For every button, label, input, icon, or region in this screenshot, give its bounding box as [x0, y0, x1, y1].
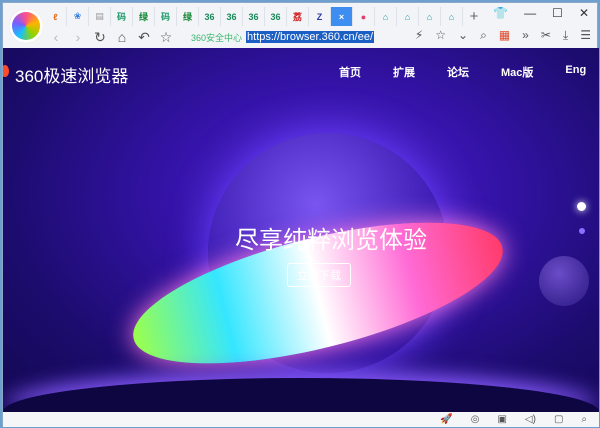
minimize-button[interactable]: — — [524, 6, 536, 20]
window-icon[interactable]: ▢ — [554, 414, 563, 425]
tab[interactable]: 绿 — [133, 7, 155, 26]
tab[interactable]: ⌂ — [419, 7, 441, 26]
url-input[interactable]: https://browser.360.cn/ee/ — [246, 31, 374, 43]
undo-close-button[interactable]: ↶ — [133, 29, 155, 46]
scissors-icon[interactable]: ✂ — [541, 28, 551, 43]
tab[interactable]: ❀ — [67, 7, 89, 26]
browser-logo-icon[interactable] — [9, 9, 43, 43]
tab[interactable]: 36 — [199, 7, 221, 26]
more-icon[interactable]: » — [522, 28, 529, 43]
tab[interactable]: 36 — [243, 7, 265, 26]
menu-icon[interactable]: ☰ — [580, 28, 591, 43]
download-button[interactable]: 立即下载 — [287, 263, 351, 287]
window-controls: 👕 — ☐ ✕ — [493, 6, 589, 20]
tab[interactable]: 荔 — [287, 7, 309, 26]
tab[interactable]: ● — [353, 7, 375, 26]
tab[interactable]: ℓ — [45, 7, 67, 26]
star-dot — [577, 202, 586, 211]
download-icon[interactable]: ⤓ — [563, 28, 568, 43]
site-menu: 首页 扩展 论坛 Mac版 Eng — [339, 64, 586, 80]
maximize-button[interactable]: ☐ — [552, 6, 563, 20]
apps-icon[interactable]: ▦ — [499, 28, 510, 43]
trash-icon[interactable]: ▣ — [497, 414, 506, 425]
skin-icon[interactable]: 👕 — [493, 6, 508, 20]
favorite-button[interactable]: ☆ — [155, 29, 177, 46]
nav-bar: ‹ › ↻ ⌂ ↶ ☆ 360安全中心 https://browser.360.… — [45, 26, 597, 48]
tab[interactable]: ⌂ — [397, 7, 419, 26]
tab[interactable]: ⌂ — [441, 7, 463, 26]
search-icon[interactable]: ⌕ — [480, 28, 487, 43]
tab[interactable]: 码 — [111, 7, 133, 26]
tab[interactable]: 码 — [155, 7, 177, 26]
close-button[interactable]: ✕ — [579, 6, 589, 20]
sound-icon[interactable]: ◁) — [525, 414, 536, 425]
tab[interactable]: 36 — [221, 7, 243, 26]
site-brand[interactable]: 360极速浏览器 — [3, 62, 128, 87]
browser-window: ℓ ❀ ▤ 码绿码绿 36 36 36 36 荔 Z × ● ⌂ ⌂ ⌂ ⌂ + 👕 — ☐ ✕ ‹ › ↻ ⌂… — [2, 2, 599, 427]
address-bar[interactable]: 360安全中心 https://browser.360.cn/ee/ — [191, 27, 374, 47]
chevron-down-icon[interactable]: ⌄ — [458, 28, 468, 43]
tab-active[interactable]: × — [331, 7, 353, 26]
tab[interactable]: 绿 — [177, 7, 199, 26]
slogan: 尽享纯粹浏览体验 — [235, 227, 427, 254]
menu-english[interactable]: Eng — [565, 64, 586, 80]
menu-home[interactable]: 首页 — [339, 64, 361, 80]
tab[interactable]: ▤ — [89, 7, 111, 26]
forward-button[interactable]: › — [67, 29, 89, 45]
zoom-icon[interactable]: ⌕ — [581, 414, 587, 425]
star-icon[interactable]: ☆ — [435, 28, 446, 43]
menu-forum[interactable]: 论坛 — [447, 64, 469, 80]
page-content: 360极速浏览器 首页 扩展 论坛 Mac版 Eng 尽享纯粹浏览体验 立即下载 — [3, 48, 599, 412]
back-button[interactable]: ‹ — [45, 29, 67, 45]
tab-strip: ℓ ❀ ▤ 码绿码绿 36 36 36 36 荔 Z × ● ⌂ ⌂ ⌂ ⌂ + — [45, 7, 485, 26]
security-badge[interactable]: 360安全中心 — [191, 31, 242, 44]
horizon-graphic — [3, 378, 599, 412]
tab[interactable]: ⌂ — [375, 7, 397, 26]
history-icon[interactable]: ◎ — [471, 414, 480, 425]
reload-button[interactable]: ↻ — [89, 29, 111, 46]
rocket-icon[interactable]: 🚀 — [440, 414, 452, 425]
speed-icon[interactable]: ⚡ — [415, 28, 423, 43]
home-button[interactable]: ⌂ — [111, 29, 133, 45]
tab[interactable]: Z — [309, 7, 331, 26]
moon-graphic — [539, 256, 589, 306]
menu-extensions[interactable]: 扩展 — [393, 64, 415, 80]
menu-mac[interactable]: Mac版 — [501, 64, 533, 80]
status-bar: 🚀 ◎ ▣ ◁) ▢ ⌕ — [3, 412, 599, 427]
new-tab-button[interactable]: + — [463, 7, 485, 26]
tab[interactable]: 36 — [265, 7, 287, 26]
